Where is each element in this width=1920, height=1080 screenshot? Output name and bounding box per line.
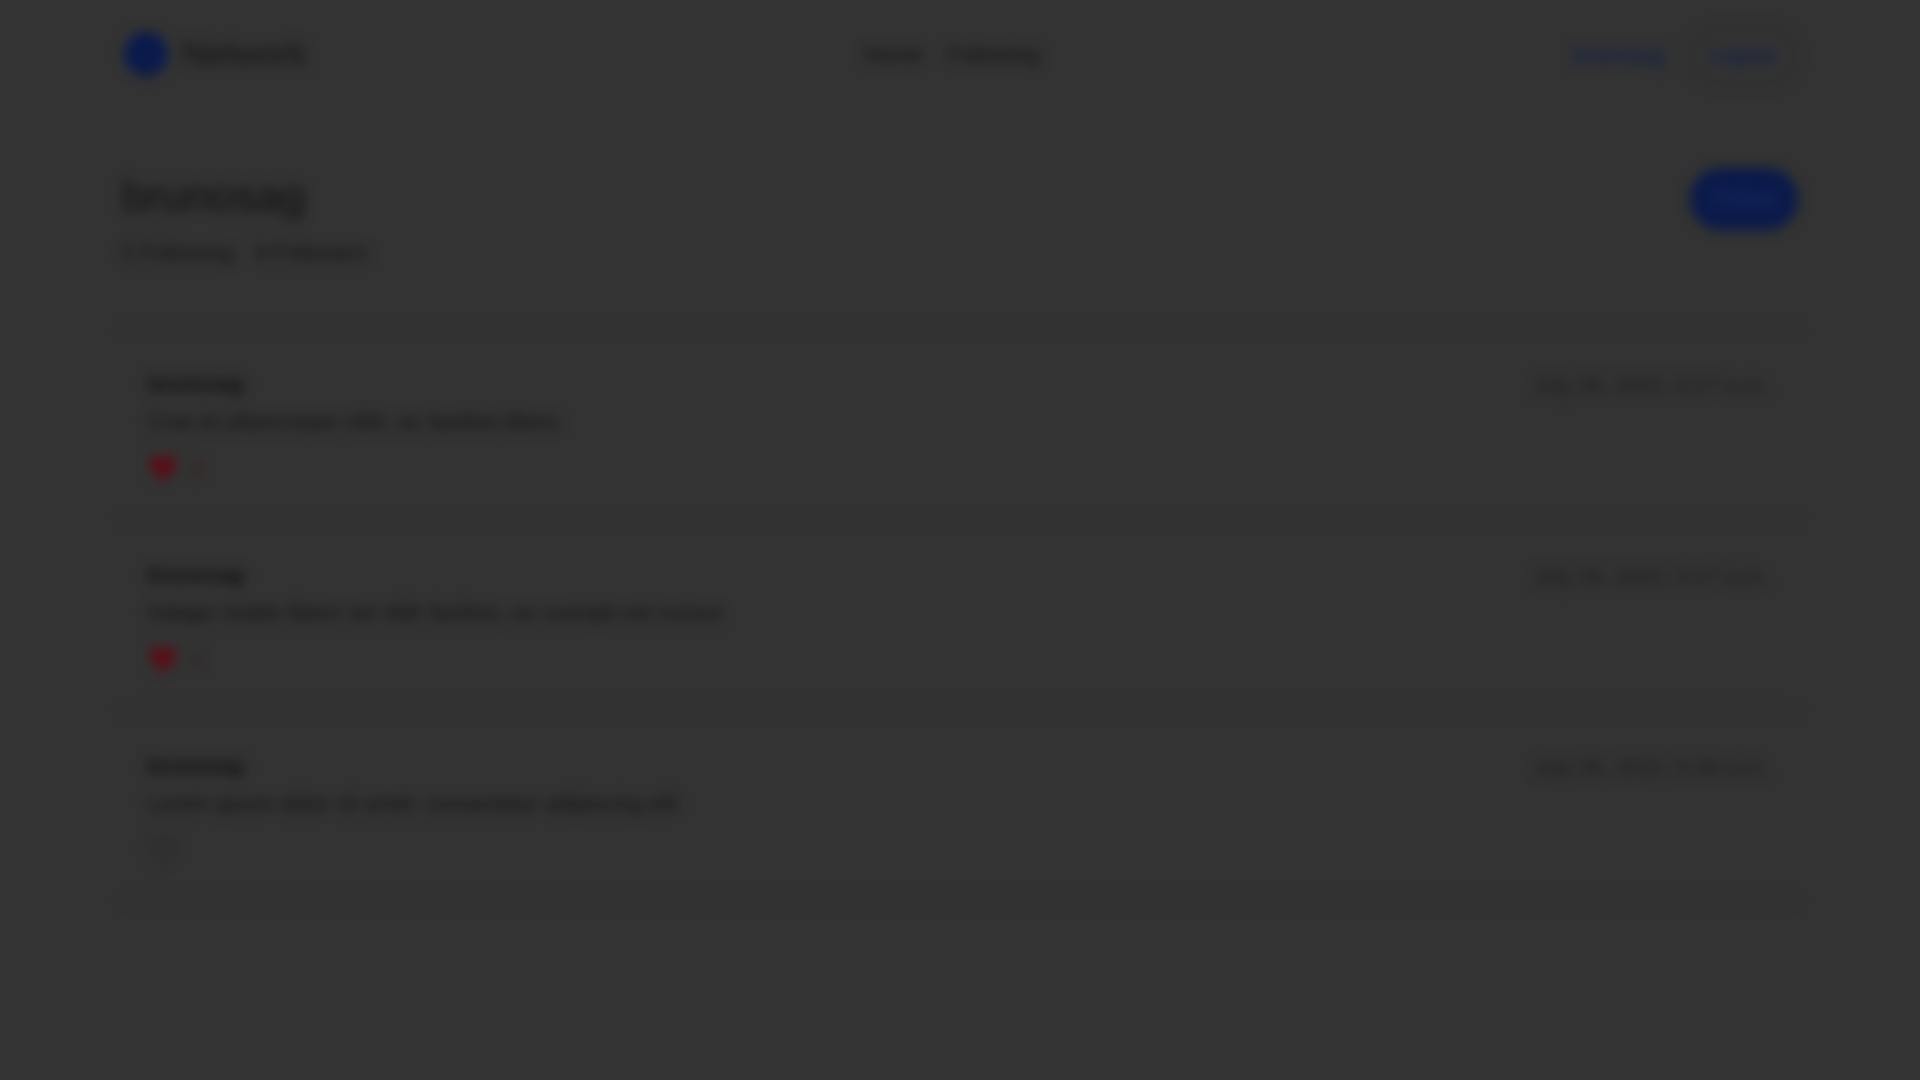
heart-filled-icon[interactable] xyxy=(148,646,178,674)
followers-count: 8 xyxy=(255,240,268,265)
following-label: Following xyxy=(140,240,234,265)
post-like-area: 1 xyxy=(148,646,203,674)
post-content: Cras id ullamcorper nibh, ac facilisis l… xyxy=(148,409,559,434)
post-author[interactable]: brunosag xyxy=(148,373,244,397)
nav-home-link[interactable]: Home xyxy=(864,42,923,68)
post-content: Lorem ipsum dolor sit amet, consectetur … xyxy=(148,791,678,816)
profile-username: brunosag xyxy=(122,172,306,221)
like-count: 1 xyxy=(192,648,204,671)
nav-following-link[interactable]: Following xyxy=(947,42,1040,68)
post-content: Integer mattis libero vel nibh facilisis… xyxy=(148,600,723,625)
post-like-area: 2 xyxy=(148,455,203,483)
profile-header: brunosag 5 Following 8 Followers Follow xyxy=(122,168,1798,278)
follow-button[interactable]: Follow xyxy=(1690,168,1798,230)
page: Network Home Following brunosag Logout b… xyxy=(0,0,1920,1080)
post-like-area xyxy=(148,837,192,865)
post-card: brunosag Cras id ullamcorper nibh, ac fa… xyxy=(122,328,1798,519)
current-user-link[interactable]: brunosag xyxy=(1573,43,1665,69)
post-timestamp: July 26, 2022, 5:26 a.m. xyxy=(1533,755,1768,780)
following-stat: 5 Following xyxy=(122,240,233,266)
top-navbar: Network Home Following brunosag Logout xyxy=(0,0,1920,110)
followers-stat: 8 Followers xyxy=(255,240,368,266)
post-author[interactable]: brunosag xyxy=(148,564,244,588)
post-card: brunosag Lorem ipsum dolor sit amet, con… xyxy=(122,710,1798,902)
brand[interactable]: Network xyxy=(122,30,307,78)
brand-name: Network xyxy=(182,34,307,73)
post-timestamp: July 26, 2022, 5:27 a.m. xyxy=(1533,373,1768,398)
user-nav: brunosag Logout xyxy=(1573,28,1796,84)
post-card: brunosag Integer mattis libero vel nibh … xyxy=(122,519,1798,710)
heart-filled-icon[interactable] xyxy=(148,455,178,483)
globe-icon xyxy=(124,31,168,77)
post-list: brunosag Cras id ullamcorper nibh, ac fa… xyxy=(122,328,1798,902)
followers-label: Followers xyxy=(273,240,368,265)
post-author[interactable]: brunosag xyxy=(148,755,244,779)
like-count: 2 xyxy=(192,457,204,480)
logout-button[interactable]: Logout xyxy=(1688,28,1796,84)
main-nav: Home Following xyxy=(864,42,1040,68)
profile-stats: 5 Following 8 Followers xyxy=(122,240,368,266)
heart-outline-icon[interactable] xyxy=(148,837,178,865)
post-timestamp: July 26, 2022, 5:27 a.m. xyxy=(1533,564,1768,589)
following-count: 5 xyxy=(122,240,135,265)
